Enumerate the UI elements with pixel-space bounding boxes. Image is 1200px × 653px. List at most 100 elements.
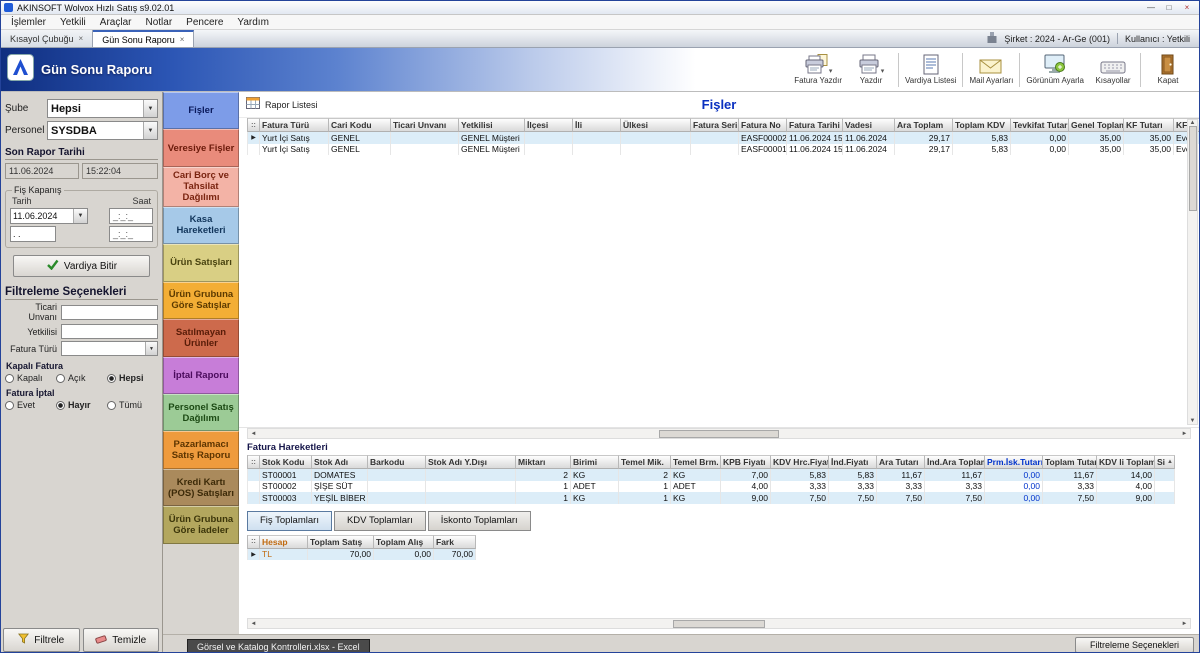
report-button-ürün-grubuna-göre-satışlar[interactable]: Ürün Grubuna Göre Satışlar [163, 282, 239, 319]
chevron-down-icon[interactable]: ▼ [145, 342, 157, 355]
radio-evet[interactable]: Evet [5, 400, 56, 410]
column-header-tevkifat-tutarı[interactable]: Tevkifat Tutarı [1011, 118, 1069, 132]
table-row[interactable]: ▶Yurt İçi SatışGENELGENEL MüşteriEASF000… [247, 132, 1199, 144]
report-button-veresiye-fişler[interactable]: Veresiye Fişler [163, 129, 239, 166]
ticari-unvani-input[interactable] [61, 305, 158, 320]
column-header-kdv-li-toplam[interactable]: KDV li Toplam [1097, 455, 1155, 469]
column-header-temel-mik[interactable]: Temel Mik. [619, 455, 671, 469]
column-header-stok-adı[interactable]: Stok Adı [312, 455, 368, 469]
tab-gün-sonu-raporu[interactable]: Gün Sonu Raporu× [93, 30, 194, 47]
table-row[interactable]: ST00002ŞİŞE SÜT1ADET1ADET4,003,333,333,3… [247, 481, 1175, 493]
scroll-right-icon[interactable]: ► [1179, 621, 1190, 627]
column-header-toplam-satış[interactable]: Toplam Satış [308, 535, 374, 549]
radio-tümü[interactable]: Tümü [107, 400, 158, 410]
personel-select[interactable]: SYSDBA ▼ [47, 121, 158, 140]
column-header-toplam-alış[interactable]: Toplam Alış [374, 535, 434, 549]
column-header-fatura-no[interactable]: Fatura No [739, 118, 787, 132]
filtrele-button[interactable]: Filtrele [3, 628, 80, 652]
column-header-prm-i-sk-tutarı[interactable]: Prm.İsk.Tutarı [985, 455, 1043, 469]
column-header-fatura-tarihi[interactable]: Fatura Tarihi [787, 118, 843, 132]
fatura-yazdır-button[interactable]: ▾Fatura Yazdır [790, 53, 846, 86]
tab-i-skonto-toplamları[interactable]: İskonto Toplamları [428, 511, 531, 531]
column-header-ticari-unvanı[interactable]: Ticari Unvanı [391, 118, 459, 132]
maximize-button[interactable]: □ [1160, 1, 1178, 14]
kapat-button[interactable]: Kapat [1143, 53, 1193, 86]
chevron-down-icon[interactable]: ▼ [143, 122, 157, 139]
radio-hayır[interactable]: Hayır [56, 400, 107, 410]
menu-notlar[interactable]: Notlar [138, 17, 179, 28]
scroll-left-icon[interactable]: ◄ [248, 431, 259, 437]
column-header-vadesi[interactable]: Vadesi [843, 118, 895, 132]
column-header-i-nd-ara-toplam[interactable]: İnd.Ara Toplam [925, 455, 985, 469]
close-icon[interactable]: × [180, 35, 185, 44]
close-button[interactable]: × [1178, 1, 1196, 14]
scroll-left-icon[interactable]: ◄ [248, 621, 259, 627]
table-row[interactable]: ST00003YEŞİL BİBER1KG1KG9,007,507,507,50… [247, 492, 1175, 504]
scroll-right-icon[interactable]: ► [1179, 431, 1190, 437]
chevron-down-icon[interactable]: ▼ [143, 100, 157, 117]
report-button-cari-borç-ve-tahsilat-dağılımı[interactable]: Cari Borç ve Tahsilat Dağılımı [163, 167, 239, 207]
chevron-down-icon[interactable]: ▾ [881, 67, 885, 75]
column-header-i-li[interactable]: İli [573, 118, 621, 132]
report-button-kredi-kartı-pos-satışları[interactable]: Kredi Kartı (POS) Satışları [163, 469, 239, 506]
fis-kapanis-time-input[interactable]: _:_:_ [109, 208, 153, 224]
fis-kapanis-date-input[interactable]: 11.06.2024 ▼ [10, 208, 88, 224]
fis-kapanis-time2-input[interactable]: _:_:_ [109, 226, 153, 242]
chevron-down-icon[interactable]: ▾ [829, 67, 833, 75]
column-header-i-nd-fiyatı[interactable]: İnd.Fiyatı [829, 455, 877, 469]
report-button-ürün-satışları[interactable]: Ürün Satışları [163, 244, 239, 281]
tab-kısayol-çubuğu[interactable]: Kısayol Çubuğu× [1, 30, 93, 47]
radio-kapalı[interactable]: Kapalı [5, 373, 56, 383]
column-header-genel-toplam[interactable]: Genel Toplam [1069, 118, 1124, 132]
radio-hepsi[interactable]: Hepsi [107, 373, 158, 383]
yazdır-button[interactable]: ▾Yazdır [846, 53, 896, 86]
scroll-thumb[interactable] [659, 430, 779, 438]
column-header-kf-tutarı[interactable]: KF Tutarı [1124, 118, 1174, 132]
menu-i-şlemler[interactable]: İşlemler [4, 17, 53, 28]
vardiya-listesi-button[interactable]: Vardiya Listesi [901, 53, 960, 86]
column-header-ara-tutarı[interactable]: Ara Tutarı [877, 455, 925, 469]
column-header-kpb-fiyatı[interactable]: KPB Fiyatı [721, 455, 771, 469]
column-header-fark[interactable]: Fark [434, 535, 476, 549]
menu-yetkili[interactable]: Yetkili [53, 17, 93, 28]
scroll-down-icon[interactable]: ▼ [1190, 418, 1196, 424]
minimize-button[interactable]: — [1142, 1, 1160, 14]
fis-kapanis-date2-input[interactable]: . . [10, 226, 56, 242]
column-header-stok-adı-y-dışı[interactable]: Stok Adı Y.Dışı [426, 455, 516, 469]
column-header-barkodu[interactable]: Barkodu [368, 455, 426, 469]
report-button-kasa-hareketleri[interactable]: Kasa Hareketleri [163, 207, 239, 244]
column-header-birimi[interactable]: Birimi [571, 455, 619, 469]
column-header-yetkilisi[interactable]: Yetkilisi [459, 118, 525, 132]
temizle-button[interactable]: Temizle [83, 628, 160, 652]
report-button-fişler[interactable]: Fişler [163, 92, 239, 129]
scroll-thumb[interactable] [673, 620, 765, 628]
column-header-hesap[interactable]: Hesap [260, 535, 308, 549]
görünüm-ayarla-button[interactable]: Görünüm Ayarla [1022, 53, 1088, 86]
column-header-stok-kodu[interactable]: Stok Kodu [260, 455, 312, 469]
tab-fiş-toplamları[interactable]: Fiş Toplamları [247, 511, 332, 531]
radio-açık[interactable]: Açık [56, 373, 107, 383]
report-button-satılmayan-ürünler[interactable]: Satılmayan Ürünler [163, 319, 239, 356]
report-button-personel-satış-dağılımı[interactable]: Personel Satış Dağılımı [163, 394, 239, 431]
column-header-si[interactable]: Si▲ [1155, 455, 1175, 469]
column-header-miktarı[interactable]: Miktarı [516, 455, 571, 469]
menu-pencere[interactable]: Pencere [179, 17, 230, 28]
filter-options-button[interactable]: Filtreleme Seçenekleri [1075, 637, 1194, 653]
kısayollar-button[interactable]: Kısayollar [1088, 53, 1138, 86]
column-header-fatura-türü[interactable]: Fatura Türü [260, 118, 329, 132]
report-button-pazarlamacı-satış-raporu[interactable]: Pazarlamacı Satış Raporu [163, 431, 239, 468]
column-header-temel-brm[interactable]: Temel Brm. [671, 455, 721, 469]
mail-ayarları-button[interactable]: Mail Ayarları [965, 53, 1017, 86]
yetkilisi-input[interactable] [61, 324, 158, 339]
sube-select[interactable]: Hepsi ▼ [47, 99, 158, 118]
column-header-ülkesi[interactable]: Ülkesi [621, 118, 691, 132]
menu-araçlar[interactable]: Araçlar [93, 17, 139, 28]
menu-yardım[interactable]: Yardım [230, 17, 276, 28]
column-header-fatura-seri[interactable]: Fatura Seri [691, 118, 739, 132]
tab-kdv-toplamları[interactable]: KDV Toplamları [334, 511, 426, 531]
table-row[interactable]: Yurt İçi SatışGENELGENEL MüşteriEASF0000… [247, 144, 1199, 156]
column-header-kdv-hrc-fiyat[interactable]: KDV Hrc.Fiyat [771, 455, 829, 469]
column-header-ara-toplam[interactable]: Ara Toplam [895, 118, 953, 132]
calendar-dropdown-icon[interactable]: ▼ [73, 209, 87, 223]
table-row[interactable]: ▶TL70,000,0070,00 [247, 549, 476, 561]
